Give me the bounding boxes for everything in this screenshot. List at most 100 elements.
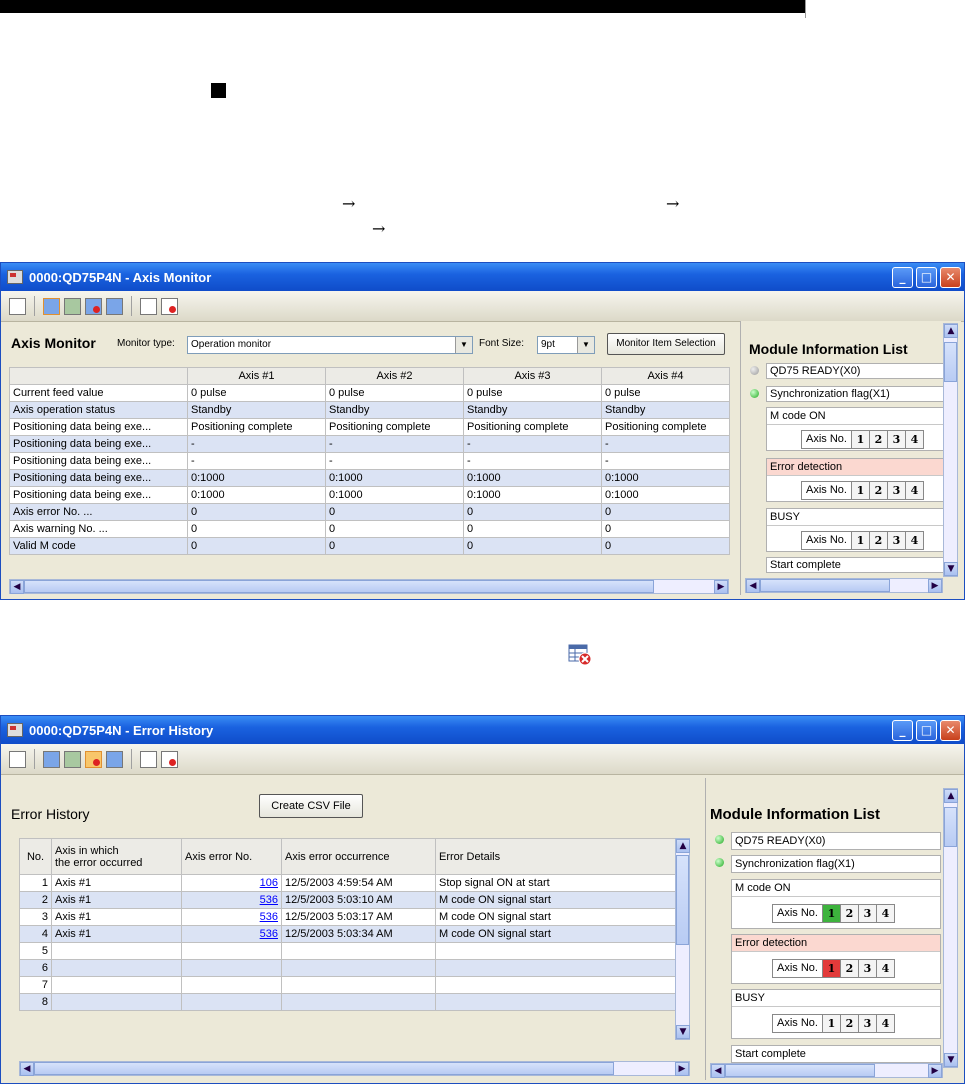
table-row[interactable]: Positioning data being exe... 0:1000 0:100… [9, 469, 730, 487]
warning-history-icon[interactable] [106, 297, 123, 315]
row-label: Positioning data being exe... [9, 469, 188, 487]
scroll-thumb[interactable] [944, 342, 957, 382]
table-row[interactable]: Positioning data being exe... Positioning… [9, 418, 730, 436]
scroll-right-icon[interactable]: ▶ [675, 1062, 689, 1076]
table-row[interactable]: 6 [19, 959, 676, 977]
font-size-select[interactable]: 9pt ▼ [537, 336, 595, 354]
scroll-thumb[interactable] [34, 1062, 614, 1075]
table-row[interactable]: 1 Axis #1 106 12/5/2003 4:59:54 AM Stop sign… [19, 874, 676, 892]
module-error-icon[interactable] [161, 297, 178, 315]
column-header[interactable]: Error Details [435, 838, 676, 875]
table-row[interactable]: 4 Axis #1 536 12/5/2003 5:03:34 AM M code ON… [19, 925, 676, 943]
table-row[interactable]: Positioning data being exe... - - - - [9, 435, 730, 453]
warning-history-icon[interactable] [106, 750, 123, 768]
module-error-icon[interactable] [161, 750, 178, 768]
scroll-down-icon[interactable]: ▼ [944, 562, 958, 576]
stop-monitor-icon[interactable] [140, 297, 157, 315]
table-row[interactable]: 3 Axis #1 536 12/5/2003 5:03:17 AM M code ON… [19, 908, 676, 926]
error-code-link[interactable]: 536 [181, 891, 282, 909]
minimize-button[interactable]: _ [892, 266, 913, 288]
scroll-up-icon[interactable]: ▲ [676, 839, 690, 853]
column-header[interactable]: Axis #3 [463, 367, 602, 385]
table-row[interactable]: Current feed value 0 pulse 0 pulse 0 pulse 0… [9, 384, 730, 402]
close-button[interactable]: ✕ [940, 719, 961, 741]
vertical-scrollbar[interactable]: ▲ ▼ [675, 838, 690, 1040]
scroll-right-icon[interactable]: ▶ [714, 580, 728, 594]
vertical-scrollbar[interactable]: ▲ ▼ [943, 788, 958, 1068]
scroll-thumb[interactable] [24, 580, 654, 593]
create-csv-button[interactable]: Create CSV File [259, 794, 363, 818]
axis-indicator: 1 [851, 481, 870, 500]
scroll-down-icon[interactable]: ▼ [944, 1053, 958, 1067]
table-cell: 0:1000 [463, 486, 602, 504]
table-row[interactable]: 7 [19, 976, 676, 994]
status-led-icon [750, 366, 759, 375]
scroll-down-icon[interactable]: ▼ [676, 1025, 690, 1039]
scroll-thumb[interactable] [944, 807, 957, 847]
error-code-link[interactable] [181, 993, 282, 1011]
monitor-search-icon[interactable] [64, 297, 81, 315]
horizontal-scrollbar[interactable]: ◀ ▶ [19, 1061, 690, 1076]
horizontal-scrollbar[interactable]: ◀ ▶ [9, 579, 729, 594]
error-history-icon[interactable] [85, 297, 102, 315]
status-led-icon [750, 389, 759, 398]
chevron-down-icon[interactable]: ▼ [455, 337, 472, 353]
scroll-left-icon[interactable]: ◀ [711, 1064, 725, 1078]
table-row[interactable]: Axis operation status Standby Standby Stand… [9, 401, 730, 419]
axis-cell: Axis #1 [51, 891, 182, 909]
table-row[interactable]: Axis warning No. ... 0 0 0 0 [9, 520, 730, 538]
column-header[interactable]: Axis #1 [187, 367, 326, 385]
table-row[interactable]: Positioning data being exe... 0:1000 0:100… [9, 486, 730, 504]
error-code-link[interactable]: 536 [181, 908, 282, 926]
error-code-link[interactable]: 106 [181, 874, 282, 892]
column-header[interactable]: Axis error occurrence [281, 838, 436, 875]
scroll-left-icon[interactable]: ◀ [10, 580, 24, 594]
column-header[interactable]: Axis #2 [325, 367, 464, 385]
close-button[interactable]: ✕ [940, 266, 961, 288]
maximize-button[interactable]: □ [916, 266, 937, 288]
scroll-left-icon[interactable]: ◀ [746, 579, 760, 593]
scroll-thumb[interactable] [676, 855, 689, 945]
scroll-up-icon[interactable]: ▲ [944, 324, 958, 338]
table-row[interactable]: Valid M code 0 0 0 0 [9, 537, 730, 555]
stop-monitor-icon[interactable] [140, 750, 157, 768]
axis-monitor-icon[interactable] [43, 750, 60, 768]
zoom-icon[interactable] [9, 750, 26, 768]
maximize-button[interactable]: □ [916, 719, 937, 741]
horizontal-scrollbar[interactable]: ◀ ▶ [710, 1063, 943, 1078]
column-header[interactable]: Axis #4 [601, 367, 730, 385]
horizontal-scrollbar[interactable]: ◀ ▶ [745, 578, 943, 593]
table-row[interactable]: 2 Axis #1 536 12/5/2003 5:03:10 AM M code ON… [19, 891, 676, 909]
column-header[interactable]: No. [19, 838, 52, 875]
scroll-thumb[interactable] [725, 1064, 875, 1077]
scroll-right-icon[interactable]: ▶ [928, 579, 942, 593]
minimize-button[interactable]: _ [892, 719, 913, 741]
error-code-link[interactable] [181, 959, 282, 977]
table-row[interactable]: 8 [19, 993, 676, 1011]
monitor-item-selection-button[interactable]: Monitor Item Selection [607, 333, 725, 355]
error-code-link-text[interactable]: 536 [260, 928, 278, 940]
error-code-link-text[interactable]: 536 [260, 894, 278, 906]
column-header[interactable]: Axis in which the error occurred [51, 838, 182, 875]
error-code-link[interactable]: 536 [181, 925, 282, 943]
table-row[interactable]: 5 [19, 942, 676, 960]
error-code-link[interactable] [181, 976, 282, 994]
monitor-search-icon[interactable] [64, 750, 81, 768]
axis-monitor-icon[interactable] [43, 297, 60, 315]
error-code-link-text[interactable]: 536 [260, 911, 278, 923]
error-code-link[interactable] [181, 942, 282, 960]
scroll-right-icon[interactable]: ▶ [928, 1064, 942, 1078]
scroll-left-icon[interactable]: ◀ [20, 1062, 34, 1076]
zoom-icon[interactable] [9, 297, 26, 315]
scroll-up-icon[interactable]: ▲ [944, 789, 958, 803]
table-cell: 0 [601, 520, 730, 538]
column-header[interactable]: Axis error No. [181, 838, 282, 875]
monitor-type-select[interactable]: Operation monitor ▼ [187, 336, 473, 354]
table-row[interactable]: Positioning data being exe... - - - - [9, 452, 730, 470]
scroll-thumb[interactable] [760, 579, 890, 592]
error-history-icon[interactable] [85, 750, 102, 768]
error-code-link-text[interactable]: 106 [260, 877, 278, 889]
chevron-down-icon[interactable]: ▼ [577, 337, 594, 353]
vertical-scrollbar[interactable]: ▲ ▼ [943, 323, 958, 577]
table-row[interactable]: Axis error No. ... 0 0 0 0 [9, 503, 730, 521]
